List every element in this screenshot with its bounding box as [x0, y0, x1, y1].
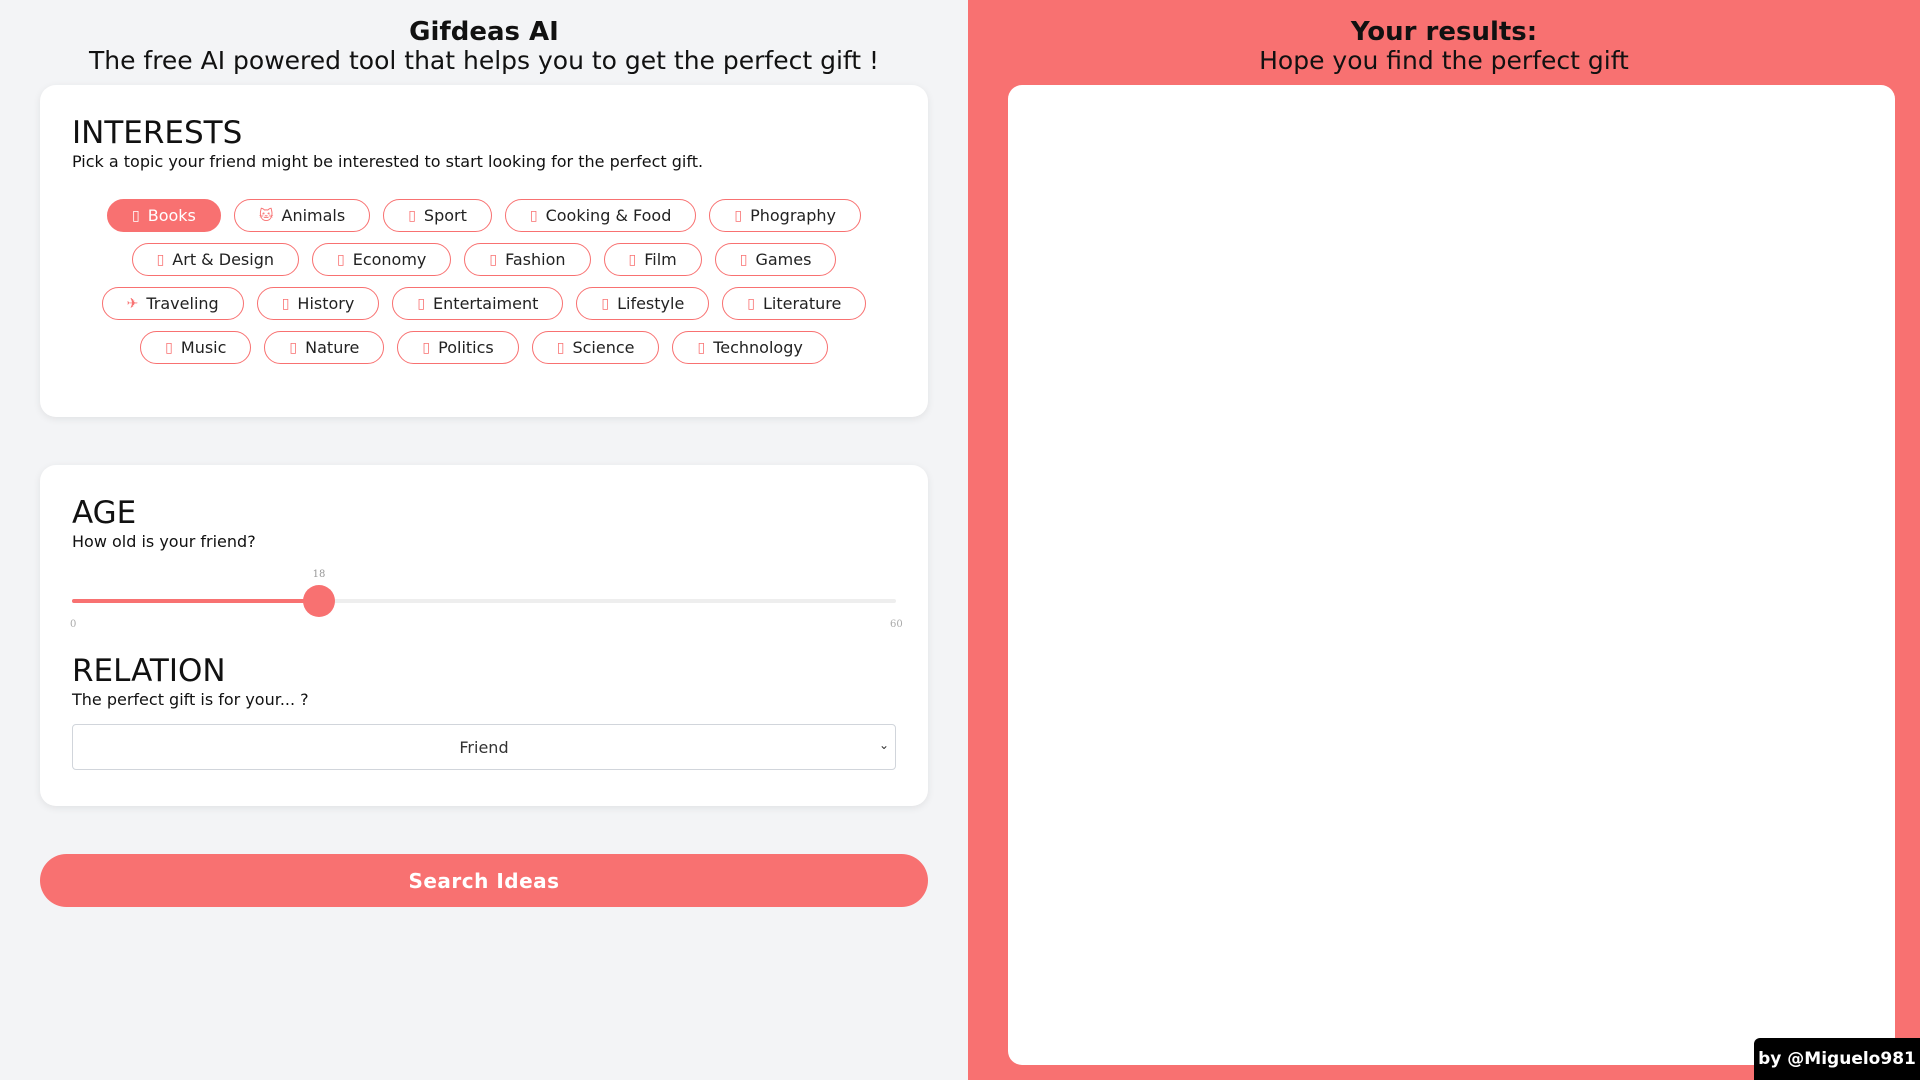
airplane-icon: ✈ — [126, 295, 139, 312]
interest-chip-label: Traveling — [146, 294, 219, 313]
interests-card: INTERESTS Pick a topic your friend might… — [40, 85, 928, 417]
technology-icon: ▯ — [697, 339, 706, 356]
interest-chip-label: Phography — [750, 206, 836, 225]
lifestyle-icon: ▯ — [601, 295, 610, 312]
interest-chip-sport[interactable]: ▯ Sport — [383, 199, 492, 232]
relation-title: RELATION — [72, 653, 226, 689]
interest-row: ▯ Music ▯ Nature ▯ Politics ▯ Science ▯ Technolog… — [140, 331, 828, 364]
interests-description: Pick a topic your friend might be intere… — [72, 152, 704, 171]
interest-chip-label: Economy — [352, 250, 427, 269]
interest-chip-politics[interactable]: ▯ Politics — [397, 331, 519, 364]
app-header: Gifdeas AI The free AI powered tool that… — [0, 0, 968, 76]
interest-chip-entertaiment[interactable]: ▯ Entertaiment — [392, 287, 564, 320]
film-icon: ▯ — [628, 251, 637, 268]
age-relation-card: AGE How old is your friend? 18 0 60 RELA… — [40, 465, 928, 806]
art-icon: ▯ — [156, 251, 165, 268]
camera-icon: ▯ — [734, 207, 743, 224]
interest-chip-label: Fashion — [505, 250, 566, 269]
interest-chip-label: Nature — [305, 338, 360, 357]
relation-description: The perfect gift is for your... ? — [72, 690, 309, 709]
interest-chip-traveling[interactable]: ✈ Traveling — [101, 287, 244, 320]
age-slider-min: 0 — [70, 619, 77, 630]
politics-icon: ▯ — [422, 339, 431, 356]
interest-chip-label: Lifestyle — [617, 294, 685, 313]
app-page: Gifdeas AI The free AI powered tool that… — [0, 0, 1920, 1080]
results-panel — [1008, 85, 1895, 1065]
interest-chip-books[interactable]: ▯ Books — [107, 199, 221, 232]
interest-chip-literature[interactable]: ▯ Literature — [722, 287, 867, 320]
author-credit[interactable]: by @Miguelo981 — [1754, 1038, 1920, 1080]
interest-chip-label: Science — [572, 338, 635, 357]
interest-row: ▯ Books 🐱 Animals ▯ Sport ▯ Cooking & Food ▯ Phog… — [107, 199, 861, 232]
relation-select[interactable]: Friend ⌄ — [72, 724, 896, 770]
relation-select-value: Friend — [459, 737, 509, 757]
interest-chip-film[interactable]: ▯ Film — [603, 243, 702, 276]
age-slider[interactable]: 18 0 60 — [70, 569, 903, 630]
cat-icon: 🐱 — [258, 207, 274, 224]
age-slider-fill — [72, 599, 319, 603]
interest-chip-music[interactable]: ▯ Music — [140, 331, 252, 364]
results-header: Your results: Hope you find the perfect … — [968, 0, 1920, 76]
interest-chip-art-design[interactable]: ▯ Art & Design — [131, 243, 299, 276]
interest-chip-label: Games — [755, 250, 812, 269]
interest-chip-history[interactable]: ▯ History — [256, 287, 380, 320]
history-icon: ▯ — [281, 295, 290, 312]
age-slider-max: 60 — [890, 619, 903, 630]
interest-chip-label: Film — [644, 250, 677, 269]
literature-icon: ▯ — [747, 295, 755, 312]
interest-chip-phography[interactable]: ▯ Phography — [709, 199, 861, 232]
games-icon: ▯ — [739, 251, 748, 268]
interest-row: ▯ Art & Design ▯ Economy ▯ Fashion ▯ Film ▯ Games — [131, 243, 837, 276]
interest-chip-label: Entertaiment — [433, 294, 539, 313]
app-title: Gifdeas AI — [409, 17, 559, 47]
interest-chip-label: Animals — [281, 206, 346, 225]
interest-chip-lifestyle[interactable]: ▯ Lifestyle — [576, 287, 710, 320]
interest-chip-cooking-food[interactable]: ▯ Cooking & Food — [504, 199, 697, 232]
age-slider-thumb[interactable] — [303, 585, 335, 617]
interest-chip-science[interactable]: ▯ Science — [531, 331, 660, 364]
interest-row: ✈ Traveling ▯ History ▯ Entertaiment ▯ Lifestyl… — [101, 287, 867, 320]
fashion-icon: ▯ — [489, 251, 498, 268]
age-title: AGE — [72, 495, 137, 531]
interest-chip-technology[interactable]: ▯ Technology — [672, 331, 828, 364]
interest-chip-label: Books — [147, 206, 196, 225]
science-icon: ▯ — [556, 339, 565, 356]
chevron-down-icon: ⌄ — [878, 738, 889, 752]
interest-chip-label: Technology — [713, 338, 803, 357]
results-panel-container: Your results: Hope you find the perfect … — [968, 0, 1920, 1080]
age-slider-value: 18 — [312, 569, 326, 580]
results-title: Your results: — [1350, 17, 1538, 47]
interests-title: INTERESTS — [72, 115, 243, 151]
interest-chip-label: History — [297, 294, 355, 313]
interest-chip-label: Literature — [763, 294, 842, 313]
food-icon: ▯ — [529, 207, 538, 224]
book-icon: ▯ — [132, 207, 140, 224]
entertainment-icon: ▯ — [417, 295, 426, 312]
interest-chip-label: Art & Design — [172, 250, 274, 269]
money-icon: ▯ — [336, 251, 345, 268]
app-subtitle: The free AI powered tool that helps you … — [88, 46, 880, 75]
interest-chips: ▯ Books 🐱 Animals ▯ Sport ▯ Cooking & Food ▯ Phog… — [72, 199, 896, 364]
interest-chip-label: Politics — [438, 338, 494, 357]
sport-icon: ▯ — [408, 207, 416, 224]
interest-chip-label: Sport — [423, 206, 467, 225]
interest-chip-economy[interactable]: ▯ Economy — [311, 243, 452, 276]
results-subtitle: Hope you find the perfect gift — [1259, 46, 1629, 75]
interest-chip-label: Cooking & Food — [545, 206, 672, 225]
nature-icon: ▯ — [289, 339, 298, 356]
interest-chip-fashion[interactable]: ▯ Fashion — [464, 243, 591, 276]
age-description: How old is your friend? — [72, 532, 256, 551]
age-slider-track[interactable] — [72, 599, 896, 603]
interest-chip-nature[interactable]: ▯ Nature — [264, 331, 385, 364]
interest-chip-games[interactable]: ▯ Games — [714, 243, 837, 276]
form-panel: Gifdeas AI The free AI powered tool that… — [0, 0, 968, 1080]
interest-chip-label: Music — [180, 338, 227, 357]
interest-chip-animals[interactable]: 🐱 Animals — [233, 199, 371, 232]
music-icon: ▯ — [165, 339, 173, 356]
search-ideas-button[interactable]: Search Ideas — [40, 854, 928, 907]
